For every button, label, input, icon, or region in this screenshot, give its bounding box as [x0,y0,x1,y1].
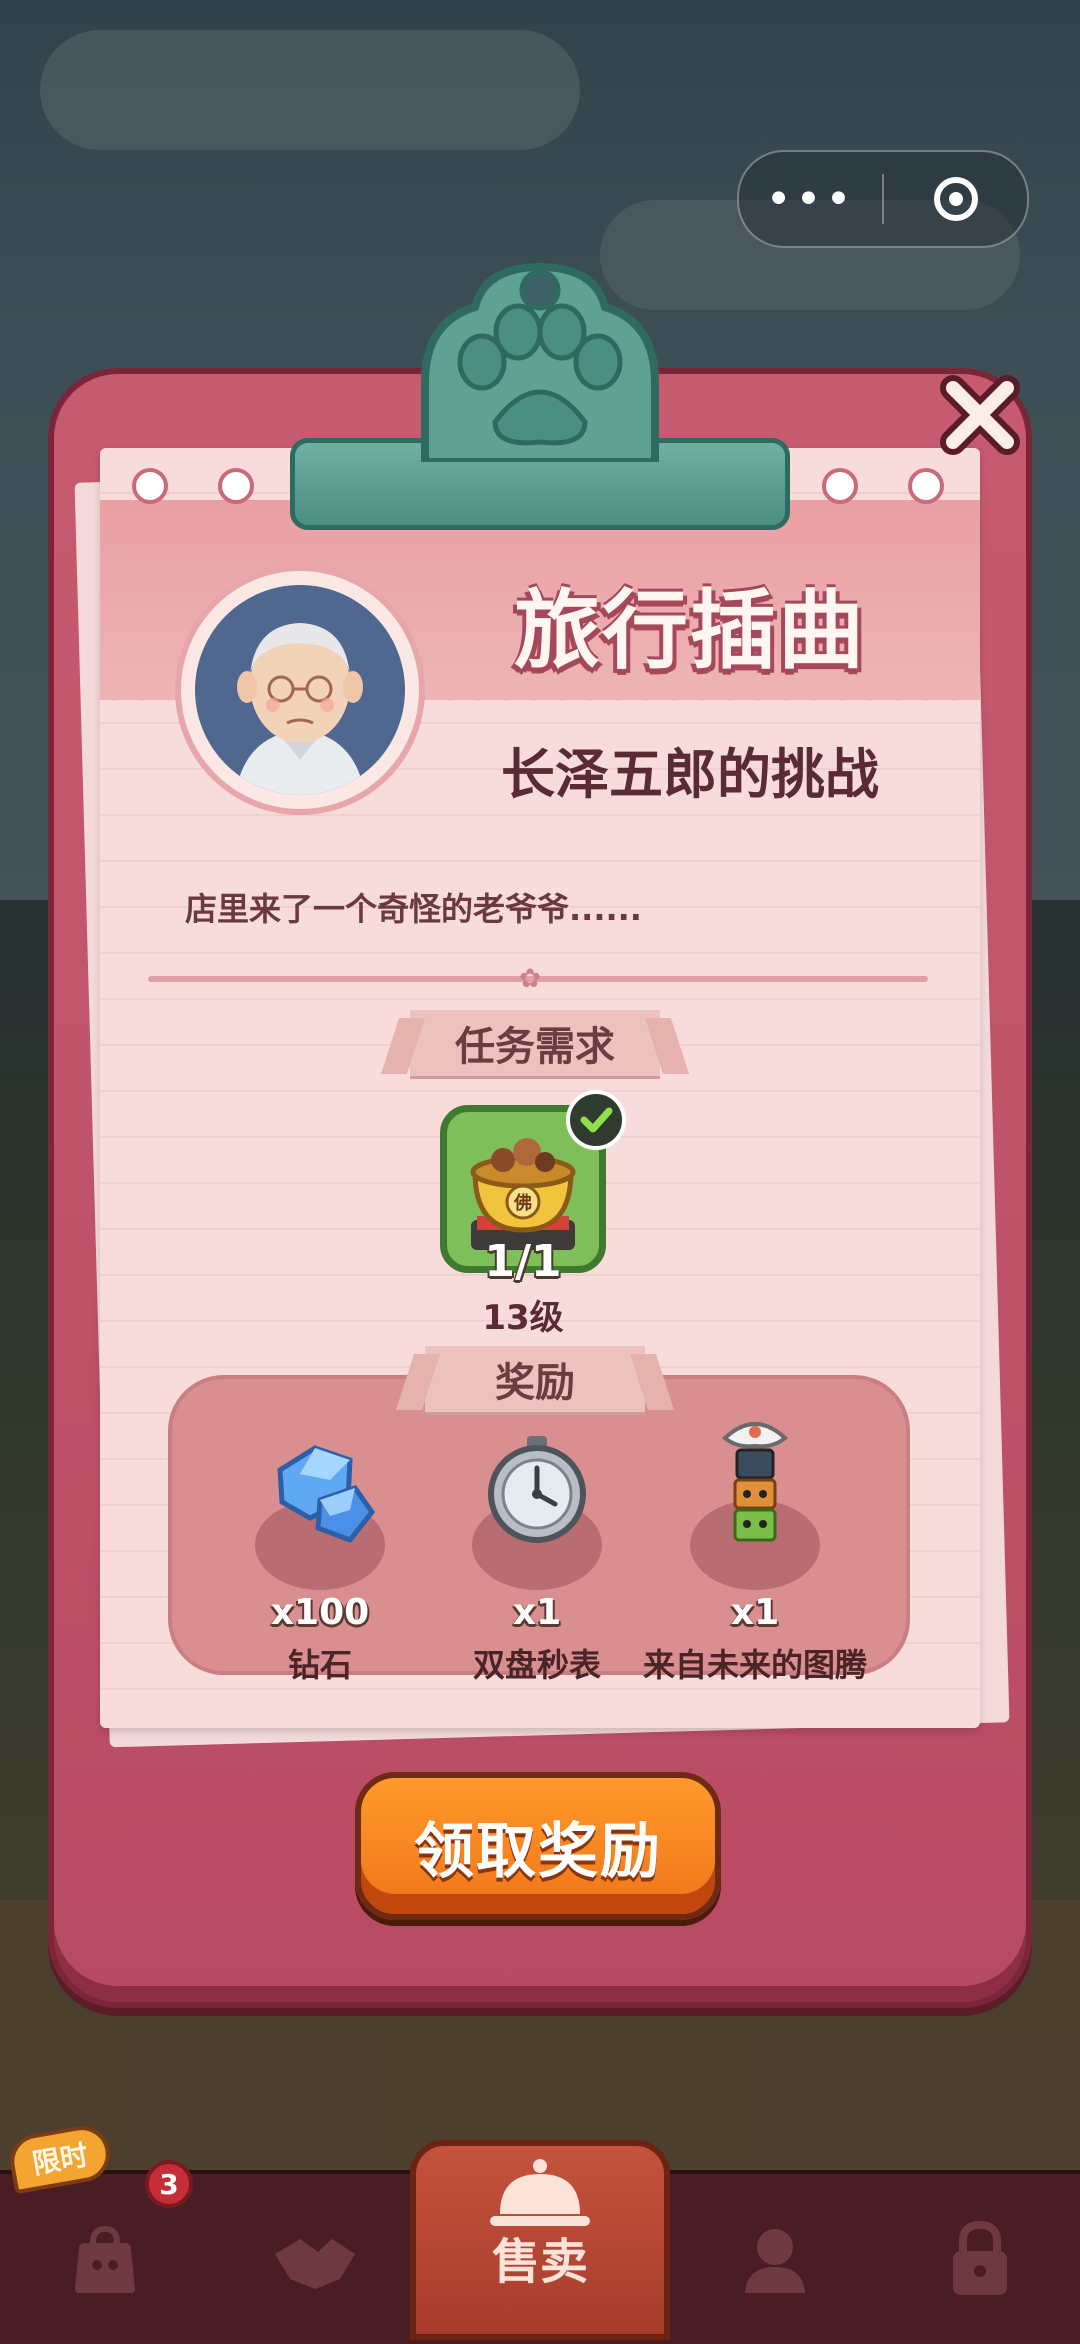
exit-mini-program-button[interactable] [884,152,1027,246]
reward-name: 来自未来的图腾 [642,1646,867,1684]
paw-clip-icon [421,262,659,462]
claim-reward-button[interactable]: 领取奖励 [355,1772,721,1920]
nav-handshake-button[interactable] [250,2174,380,2344]
mini-program-capsule: ••• [737,150,1029,248]
paper-hole [822,468,858,504]
divider-ornament-icon: ✿ [519,964,541,994]
close-button[interactable] [930,365,1030,465]
event-subtitle: 长泽五郎的挑战 [501,743,879,806]
bag-icon [75,2225,135,2293]
lock-icon [953,2220,1007,2295]
task-level: 13级 [482,1298,564,1338]
rewards-label: 奖励 [495,1360,575,1406]
paper-hole [908,468,944,504]
nav-staff-button[interactable] [710,2174,840,2344]
nav-sell-label: 售卖 [491,2234,588,2290]
more-options-button[interactable]: ••• [739,152,882,246]
diamond-icon [277,1445,376,1543]
handshake-icon [275,2239,355,2289]
paper-hole [132,468,168,504]
target-icon [933,177,978,221]
task-progress: 1/1 [484,1236,562,1287]
stopwatch-icon [488,1436,586,1543]
more-icon: ••• [765,173,856,225]
reward-qty: x1 [512,1592,562,1633]
event-description: 店里来了一个奇怪的老爷爷...... [185,890,642,928]
event-title: 旅行插曲 [514,581,866,681]
reward-qty: x100 [270,1592,370,1633]
pot-label: 佛 [513,1192,532,1214]
character-avatar [175,565,425,815]
totem-icon [721,1422,789,1542]
close-icon [940,375,1020,455]
reward-qty: x1 [730,1592,780,1633]
notification-badge: 3 [145,2160,193,2208]
task-requirement-header: 任务需求 [410,1010,660,1076]
old-man-portrait-icon [235,623,365,795]
staff-icon [745,2229,805,2293]
rewards-header: 奖励 [425,1346,645,1412]
claim-reward-label: 领取奖励 [414,1816,662,1887]
task-requirement-label: 任务需求 [455,1024,615,1070]
completed-check-icon [566,1090,626,1150]
nav-locked-button[interactable] [915,2174,1045,2344]
paper-hole [218,468,254,504]
